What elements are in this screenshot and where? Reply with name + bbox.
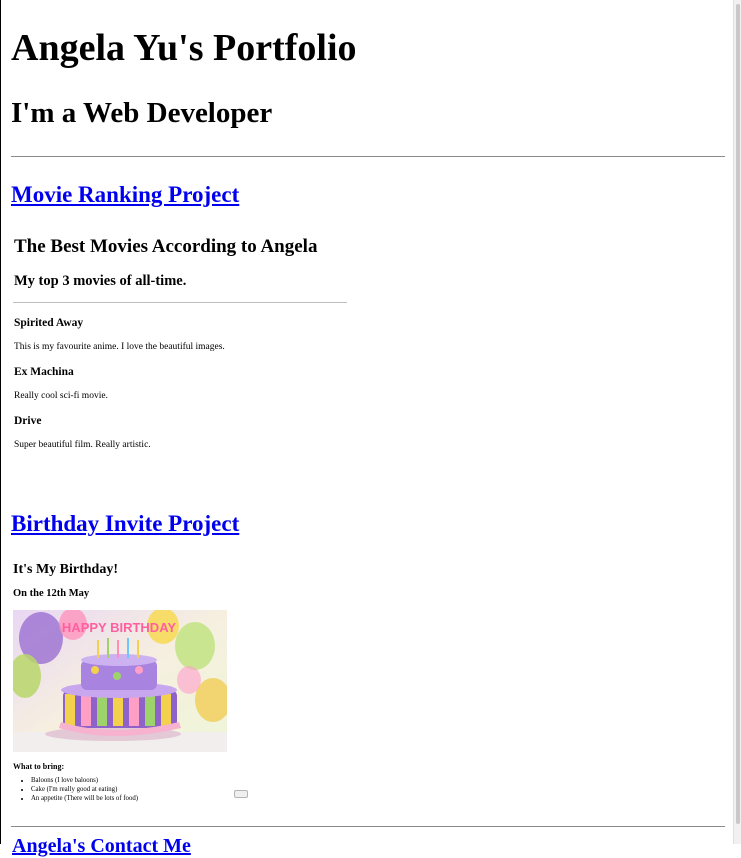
movie-ranking-project-link[interactable]: Movie Ranking Project <box>11 182 239 208</box>
movie-name: Drive <box>14 415 42 427</box>
movie-description: This is my favourite anime. I love the b… <box>14 342 225 352</box>
birthday-invite-project-link[interactable]: Birthday Invite Project <box>11 511 239 537</box>
page-subtitle: I'm a Web Developer <box>11 97 273 129</box>
list-item: Cake (I'm really good at eating) <box>31 785 138 794</box>
movie-preview-title: The Best Movies According to Angela <box>14 236 318 257</box>
cake-banner-text: HAPPY BIRTHDAY <box>62 620 176 635</box>
window-left-edge <box>0 0 1 844</box>
movie-ranking-preview-image[interactable]: The Best Movies According to Angela My t… <box>13 232 353 462</box>
movie-preview-divider <box>13 302 347 303</box>
movie-description: Really cool sci-fi movie. <box>14 391 108 401</box>
birthday-preview-title: It's My Birthday! <box>13 562 118 577</box>
movie-description: Super beautiful film. Really artistic. <box>14 440 151 450</box>
scrollbar-thumb[interactable] <box>736 4 740 824</box>
list-item: Baloons (I love baloons) <box>31 776 138 785</box>
movie-name: Ex Machina <box>14 366 74 378</box>
vertical-scrollbar[interactable] <box>733 0 741 844</box>
divider-bottom <box>11 826 725 827</box>
birthday-preview-date: On the 12th May <box>13 588 90 599</box>
contact-me-link[interactable]: Angela's Contact Me <box>12 835 191 858</box>
divider-top <box>11 156 725 157</box>
list-item: An appetite (There will be lots of food) <box>31 794 138 803</box>
birthday-cake-image: HAPPY BIRTHDAY <box>13 610 227 752</box>
movie-name: Spirited Away <box>14 317 84 329</box>
bring-list-heading: What to bring: <box>13 762 65 771</box>
movie-preview-subtitle: My top 3 movies of all-time. <box>14 273 187 289</box>
page-title: Angela Yu's Portfolio <box>11 27 357 69</box>
bring-list: Baloons (I love baloons) Cake (I'm reall… <box>23 776 138 803</box>
birthday-invite-preview-image[interactable]: It's My Birthday! On the 12th May HAPPY … <box>13 556 273 811</box>
tiny-button <box>234 790 248 798</box>
